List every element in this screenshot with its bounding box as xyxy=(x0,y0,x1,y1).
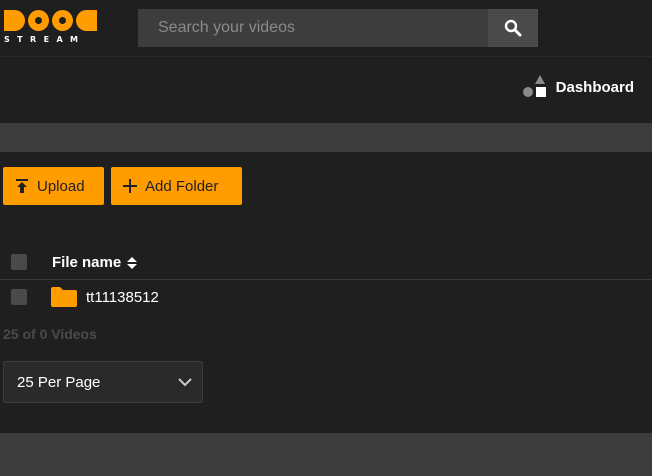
table-row[interactable]: tt11138512 xyxy=(0,280,652,316)
per-page-value: 25 Per Page xyxy=(17,373,101,391)
logo-letter xyxy=(52,10,73,31)
plus-icon xyxy=(123,179,137,193)
upload-label: Upload xyxy=(37,177,85,195)
logo-letter xyxy=(4,10,25,31)
chevron-down-icon xyxy=(178,378,192,387)
logo-letter xyxy=(28,10,49,31)
per-page-select[interactable]: 25 Per Page xyxy=(3,361,203,403)
search-icon xyxy=(504,19,522,37)
shapes-icon xyxy=(522,75,546,97)
divider-band xyxy=(0,123,652,152)
video-count: 25 of 0 Videos xyxy=(3,326,97,342)
search-input[interactable] xyxy=(138,9,488,47)
logo-letter xyxy=(76,10,97,31)
logo-mark xyxy=(4,10,97,31)
upload-icon xyxy=(16,179,28,193)
upload-button[interactable]: Upload xyxy=(3,167,104,205)
add-folder-button[interactable]: Add Folder xyxy=(111,167,242,205)
site-logo[interactable]: STREAM xyxy=(4,10,104,46)
footer-band xyxy=(0,433,652,476)
column-label: File name xyxy=(52,254,122,271)
logo-wordmark: STREAM xyxy=(4,35,86,44)
row-checkbox[interactable] xyxy=(11,289,27,305)
select-all-checkbox[interactable] xyxy=(11,254,27,270)
column-header-file-name[interactable]: File name xyxy=(52,254,138,271)
dashboard-link[interactable]: Dashboard xyxy=(522,75,634,99)
sub-header: Dashboard xyxy=(0,56,652,124)
add-folder-label: Add Folder xyxy=(145,177,219,195)
search-bar xyxy=(138,9,538,47)
search-button[interactable] xyxy=(488,9,538,47)
table-header: File name xyxy=(0,245,652,280)
top-bar: STREAM xyxy=(0,0,652,56)
folder-icon xyxy=(51,287,77,307)
sort-icon xyxy=(127,256,138,269)
file-name[interactable]: tt11138512 xyxy=(86,289,159,306)
dashboard-label: Dashboard xyxy=(555,78,634,96)
